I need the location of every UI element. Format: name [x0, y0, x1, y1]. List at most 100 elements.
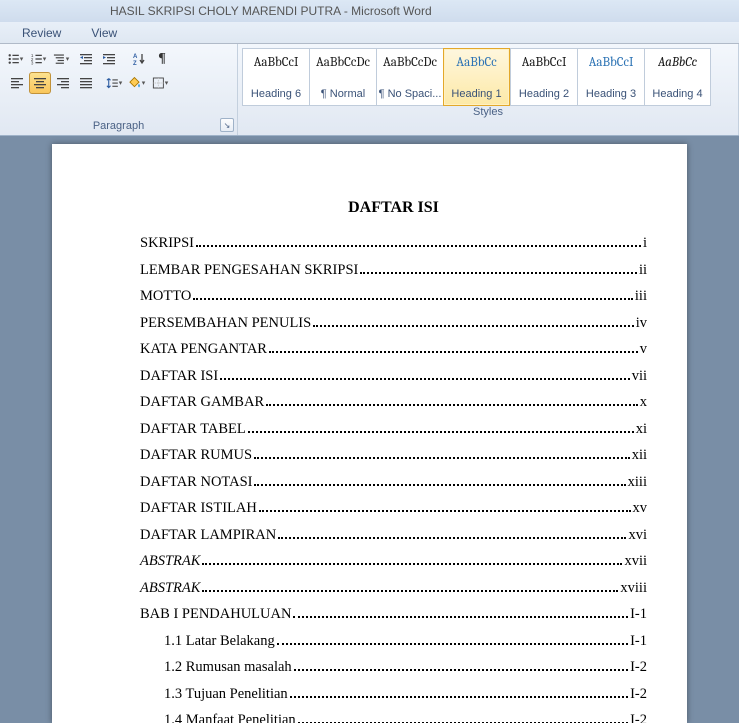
toc-page: vii: [632, 368, 647, 385]
toc-leader: [202, 563, 622, 565]
decrease-indent-button[interactable]: [75, 48, 97, 70]
style-label: Heading 3: [586, 85, 636, 105]
tab-view[interactable]: View: [91, 26, 117, 40]
numbering-button[interactable]: 123▾: [29, 48, 51, 70]
toc-page: xvii: [624, 553, 647, 570]
style-label: ¶ No Spaci...: [379, 85, 442, 105]
bullets-button[interactable]: ▾: [6, 48, 28, 70]
toc-page: xii: [632, 447, 647, 464]
paragraph-dialog-launcher[interactable]: ↘: [220, 118, 234, 132]
group-paragraph: ▾ 123▾ ▾ AZ ¶ ▾ ▾ ▾: [0, 44, 238, 135]
toc-label: 1.3 Tujuan Penelitian: [164, 686, 288, 703]
toc-leader: [266, 404, 638, 406]
style-label: Heading 1: [451, 85, 501, 105]
toc-page: x: [640, 394, 647, 411]
style-item-heading-1[interactable]: AaBbCcHeading 1: [443, 48, 510, 106]
toc-leader: [277, 643, 628, 645]
toc-page: xviii: [620, 580, 647, 597]
align-left-button[interactable]: [6, 72, 28, 94]
style-item--no-spaci-[interactable]: AaBbCcDc¶ No Spaci...: [376, 48, 443, 106]
toc-page: xv: [633, 500, 648, 517]
ribbon: ▾ 123▾ ▾ AZ ¶ ▾ ▾ ▾: [0, 44, 739, 136]
toc-entry: DAFTAR NOTASIxiii: [140, 474, 647, 491]
toc-entry: 1.1 Latar BelakangI-1: [140, 633, 647, 650]
group-styles: AaBbCcIHeading 6AaBbCcDc¶ NormalAaBbCcDc…: [238, 44, 739, 135]
toc-entry: PERSEMBAHAN PENULISiv: [140, 315, 647, 332]
toc-leader: [196, 245, 641, 247]
toc-label: ABSTRAK: [140, 553, 200, 570]
toc-page: I-2: [630, 712, 647, 723]
page: DAFTAR ISI SKRIPSIiLEMBAR PENGESAHAN SKR…: [52, 144, 687, 723]
toc-leader: [259, 510, 631, 512]
styles-gallery[interactable]: AaBbCcIHeading 6AaBbCcDc¶ NormalAaBbCcDc…: [238, 44, 738, 106]
tab-review[interactable]: Review: [22, 26, 61, 40]
toc-leader: [193, 298, 633, 300]
style-label: ¶ Normal: [321, 85, 365, 105]
toc-page: I-1: [630, 633, 647, 650]
toc-page: iii: [635, 288, 647, 305]
toc-page: ii: [639, 262, 647, 279]
toc-page: xi: [636, 421, 647, 438]
style-label: Heading 2: [519, 85, 569, 105]
svg-text:A: A: [133, 54, 138, 60]
align-center-button[interactable]: [29, 72, 51, 94]
toc-entry: LEMBAR PENGESAHAN SKRIPSIii: [140, 262, 647, 279]
toc-page: xiii: [628, 474, 647, 491]
title-bar: HASIL SKRIPSI CHOLY MARENDI PUTRA - Micr…: [0, 0, 739, 22]
style-label: Heading 6: [251, 85, 301, 105]
style-item-heading-2[interactable]: AaBbCcIHeading 2: [510, 48, 577, 106]
line-spacing-button[interactable]: ▾: [105, 72, 127, 94]
toc-page: I-2: [630, 659, 647, 676]
style-preview: AaBbCc: [658, 49, 697, 85]
align-right-button[interactable]: [52, 72, 74, 94]
multilevel-list-button[interactable]: ▾: [52, 48, 74, 70]
toc-label: DAFTAR TABEL: [140, 421, 246, 438]
toc-label: MOTTO: [140, 288, 191, 305]
style-item-heading-6[interactable]: AaBbCcIHeading 6: [242, 48, 309, 106]
toc-entry: DAFTAR LAMPIRAN xvi: [140, 527, 647, 544]
borders-button[interactable]: ▾: [151, 72, 173, 94]
toc-page: iv: [636, 315, 647, 332]
toc-label: BAB I PENDAHULUAN: [140, 606, 291, 623]
style-item--normal[interactable]: AaBbCcDc¶ Normal: [309, 48, 376, 106]
justify-button[interactable]: [75, 72, 97, 94]
toc-entry: ABSTRAK xvii: [140, 553, 647, 570]
toc-page: xvi: [628, 527, 647, 544]
toc-label: 1.4 Manfaat Penelitian: [164, 712, 296, 723]
style-item-heading-4[interactable]: AaBbCcHeading 4: [644, 48, 711, 106]
toc-entry: 1.3 Tujuan Penelitian I-2: [140, 686, 647, 703]
toc-label: 1.2 Rumusan masalah: [164, 659, 292, 676]
toc-leader: [269, 351, 638, 353]
toc-label: DAFTAR LAMPIRAN: [140, 527, 276, 544]
toc-entry: DAFTAR TABEL xi: [140, 421, 647, 438]
sort-button[interactable]: AZ: [128, 48, 150, 70]
toc-entry: ABSTRAK xviii: [140, 580, 647, 597]
style-preview: AaBbCcDc: [383, 49, 437, 85]
toc-leader: [254, 484, 625, 486]
toc-label: DAFTAR GAMBAR: [140, 394, 264, 411]
toc-entry: KATA PENGANTARv: [140, 341, 647, 358]
style-preview: AaBbCcDc: [316, 49, 370, 85]
toc-leader: [293, 616, 628, 618]
svg-text:3: 3: [31, 60, 34, 65]
increase-indent-button[interactable]: [98, 48, 120, 70]
toc-page: I-2: [630, 686, 647, 703]
toc-entry: DAFTAR GAMBAR x: [140, 394, 647, 411]
toc-entry: DAFTAR RUMUSxii: [140, 447, 647, 464]
style-preview: AaBbCcI: [589, 49, 634, 85]
toc-label: ABSTRAK: [140, 580, 200, 597]
document-heading: DAFTAR ISI: [140, 199, 647, 217]
svg-text:Z: Z: [133, 61, 137, 66]
style-preview: AaBbCc: [456, 49, 496, 85]
style-preview: AaBbCcI: [254, 49, 299, 85]
toc-entry: DAFTAR ISI vii: [140, 368, 647, 385]
document-area[interactable]: DAFTAR ISI SKRIPSIiLEMBAR PENGESAHAN SKR…: [0, 136, 739, 723]
show-marks-button[interactable]: ¶: [151, 48, 173, 70]
toc-leader: [290, 696, 628, 698]
toc-leader: [360, 272, 637, 274]
toc-leader: [278, 537, 626, 539]
toc-label: DAFTAR ISI: [140, 368, 218, 385]
shading-button[interactable]: ▾: [128, 72, 150, 94]
toc-leader: [254, 457, 630, 459]
style-item-heading-3[interactable]: AaBbCcIHeading 3: [577, 48, 644, 106]
